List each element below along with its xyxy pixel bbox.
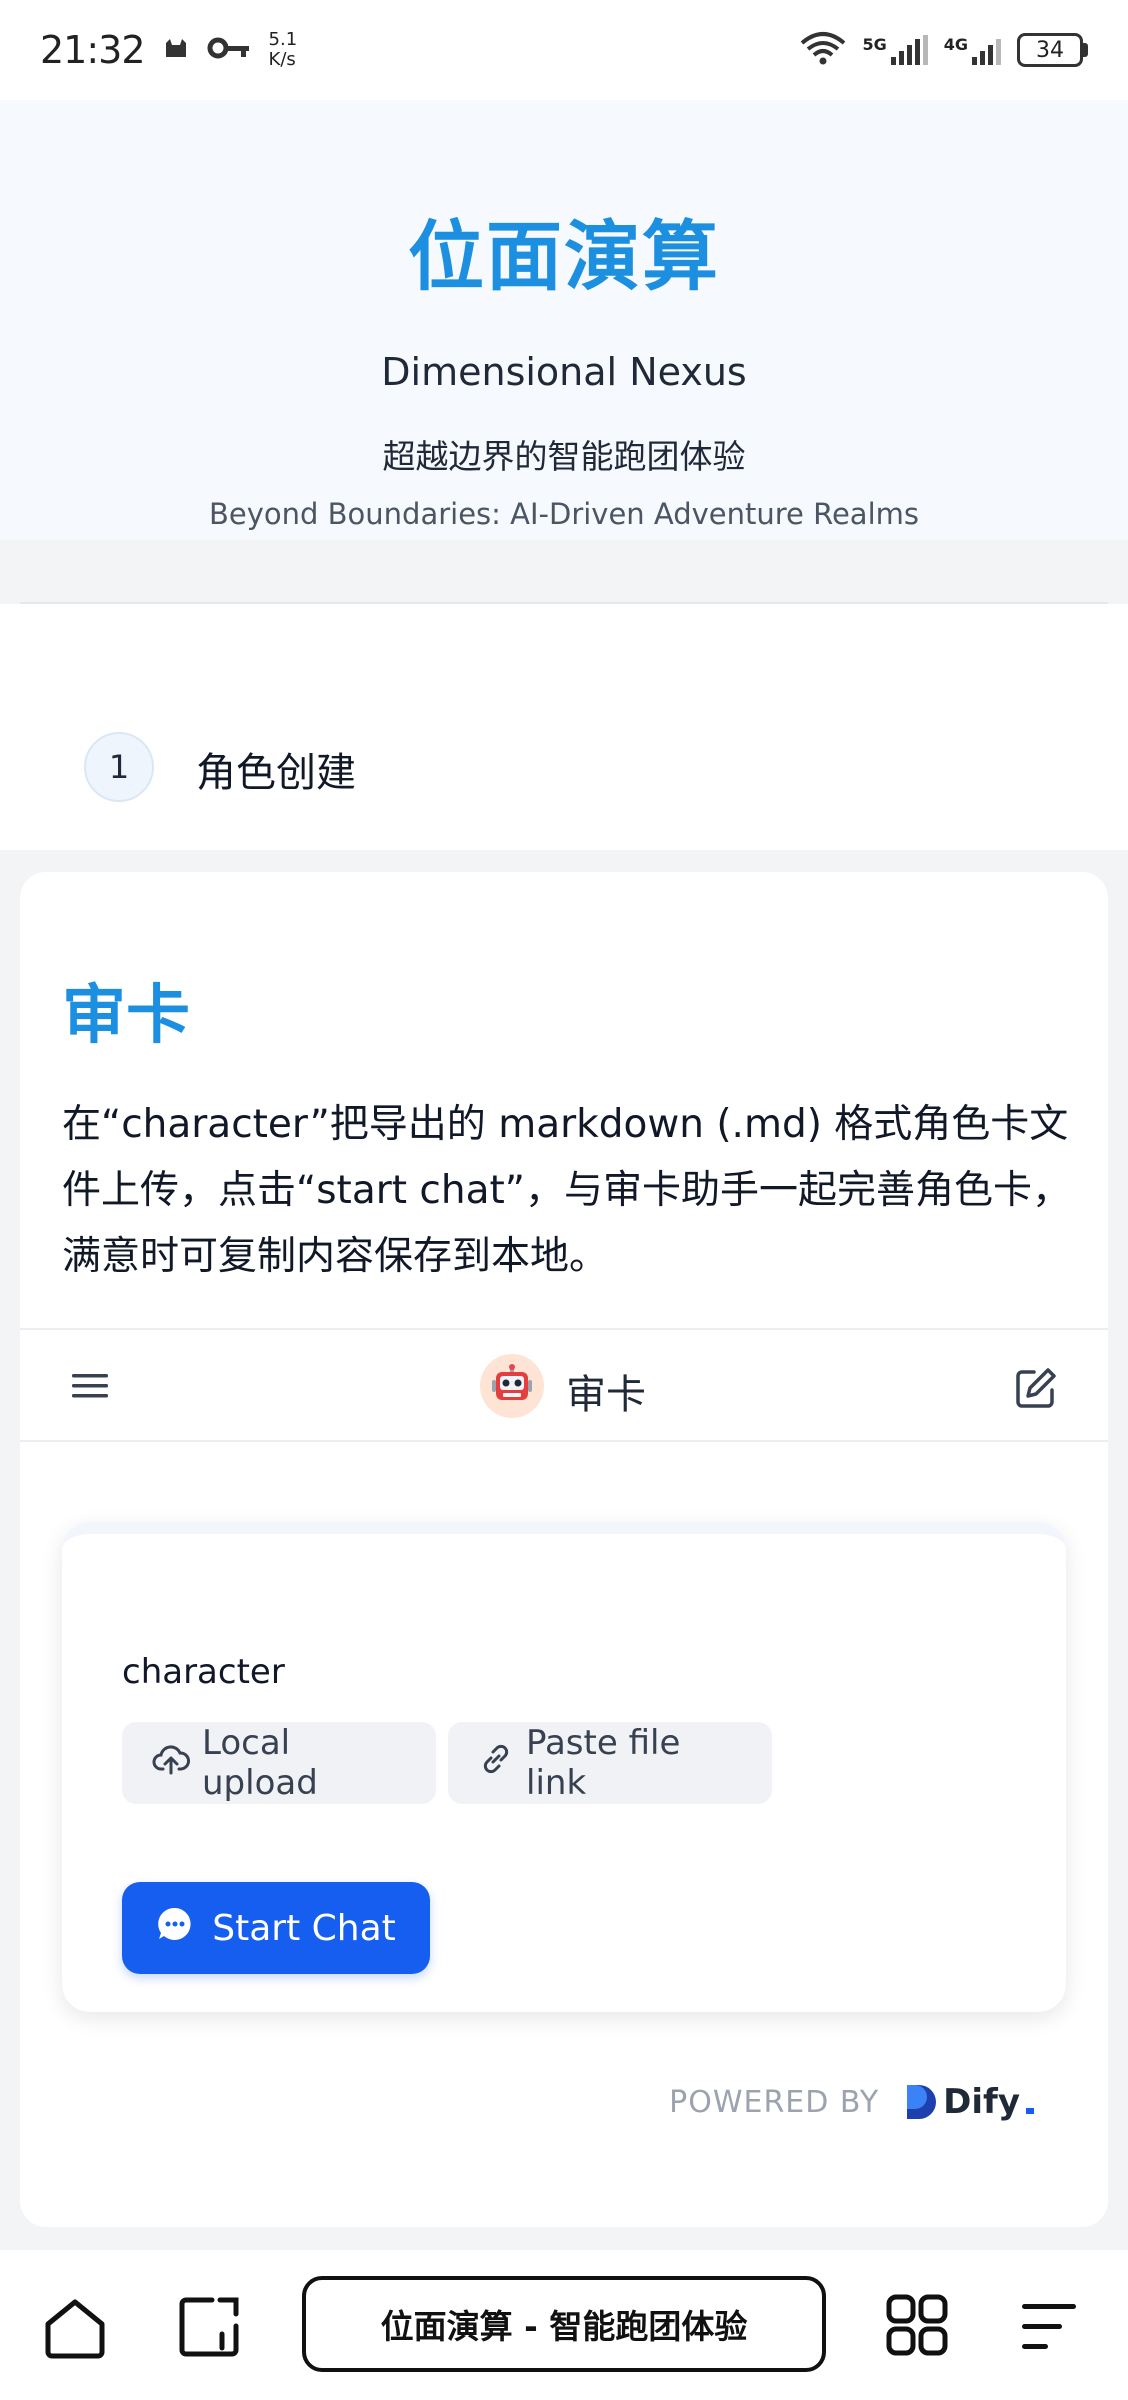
dify-logo: Dify <box>905 2082 1034 2122</box>
signal-bars-icon <box>972 35 1001 65</box>
hero-tagline-en: Beyond Boundaries: AI-Driven Adventure R… <box>208 497 919 531</box>
cloud-upload-icon <box>152 1743 190 1784</box>
step-label: 角色创建 <box>196 750 356 796</box>
step-section: 1 角色创建 <box>0 604 1128 850</box>
menu-lines-icon[interactable] <box>1016 2294 1082 2360</box>
powered-by: POWERED BY Dify <box>669 2082 1034 2122</box>
home-icon[interactable] <box>42 2294 108 2360</box>
battery-level: 34 <box>1017 33 1083 67</box>
signal-4g: 4G <box>944 35 1001 65</box>
start-chat-label: Start Chat <box>212 1907 396 1949</box>
hero-tagline-cn: 超越边界的智能跑团体验 <box>382 437 746 476</box>
status-time: 21:32 <box>40 28 146 72</box>
speed-unit: K/s <box>268 49 296 70</box>
local-upload-button[interactable]: Local upload <box>122 1722 436 1804</box>
paste-file-link-button[interactable]: Paste file link <box>448 1722 772 1804</box>
link-icon <box>478 1741 514 1786</box>
tabs-icon[interactable] <box>176 2294 242 2360</box>
start-chat-button[interactable]: Start Chat <box>122 1882 430 1974</box>
wifi-icon <box>800 31 846 69</box>
chat-title: 审卡 <box>566 1372 646 1418</box>
chat-start-form: character Local upload Paste file link S… <box>62 1522 1066 2012</box>
card-description: 在“character”把导出的 markdown (.md) 格式角色卡文件上… <box>62 1102 1071 1279</box>
status-left: 21:32 5.1 K/s <box>40 28 297 72</box>
apps-grid-icon[interactable] <box>884 2292 950 2358</box>
paste-link-label: Paste file link <box>526 1723 681 1803</box>
status-bar: 21:32 5.1 K/s 5G 4G 34 <box>0 0 1128 100</box>
local-upload-label: Local upload <box>202 1723 318 1803</box>
powered-by-text: POWERED BY <box>669 2084 880 2120</box>
robot-icon <box>480 1354 544 1418</box>
browser-bottom-bar: 位面演算 - 智能跑团体验 <box>0 2250 1128 2400</box>
net1-label: 5G <box>862 35 887 54</box>
edit-icon[interactable] <box>1014 1366 1058 1410</box>
speed-value: 5.1 <box>268 29 298 50</box>
chat-bubble-icon <box>156 1905 194 1952</box>
status-right: 5G 4G 34 <box>800 31 1088 69</box>
chat-header: 审卡 <box>20 1328 1108 1442</box>
battery-icon: 34 <box>1017 33 1088 67</box>
hamburger-menu-icon[interactable] <box>70 1366 110 1406</box>
address-bar[interactable]: 位面演算 - 智能跑团体验 <box>302 2276 826 2372</box>
dify-brand-text: Dify <box>943 2082 1020 2122</box>
signal-bars-icon <box>890 35 928 65</box>
signal-5g: 5G <box>862 35 928 65</box>
card-title: 审卡 <box>62 979 190 1053</box>
step-number-badge: 1 <box>84 732 154 802</box>
network-speed: 5.1 K/s <box>269 30 298 70</box>
hero-title: 位面演算 <box>408 212 720 301</box>
character-field-label: character <box>122 1652 285 1692</box>
cat-icon <box>163 37 189 63</box>
net2-label: 4G <box>943 35 968 54</box>
hero-section: 位面演算 Dimensional Nexus 超越边界的智能跑团体验 Beyon… <box>0 100 1128 540</box>
review-card: 审卡 在“character”把导出的 markdown (.md) 格式角色卡… <box>20 872 1108 2227</box>
hero-subtitle: Dimensional Nexus <box>381 350 747 394</box>
key-icon <box>207 36 251 64</box>
